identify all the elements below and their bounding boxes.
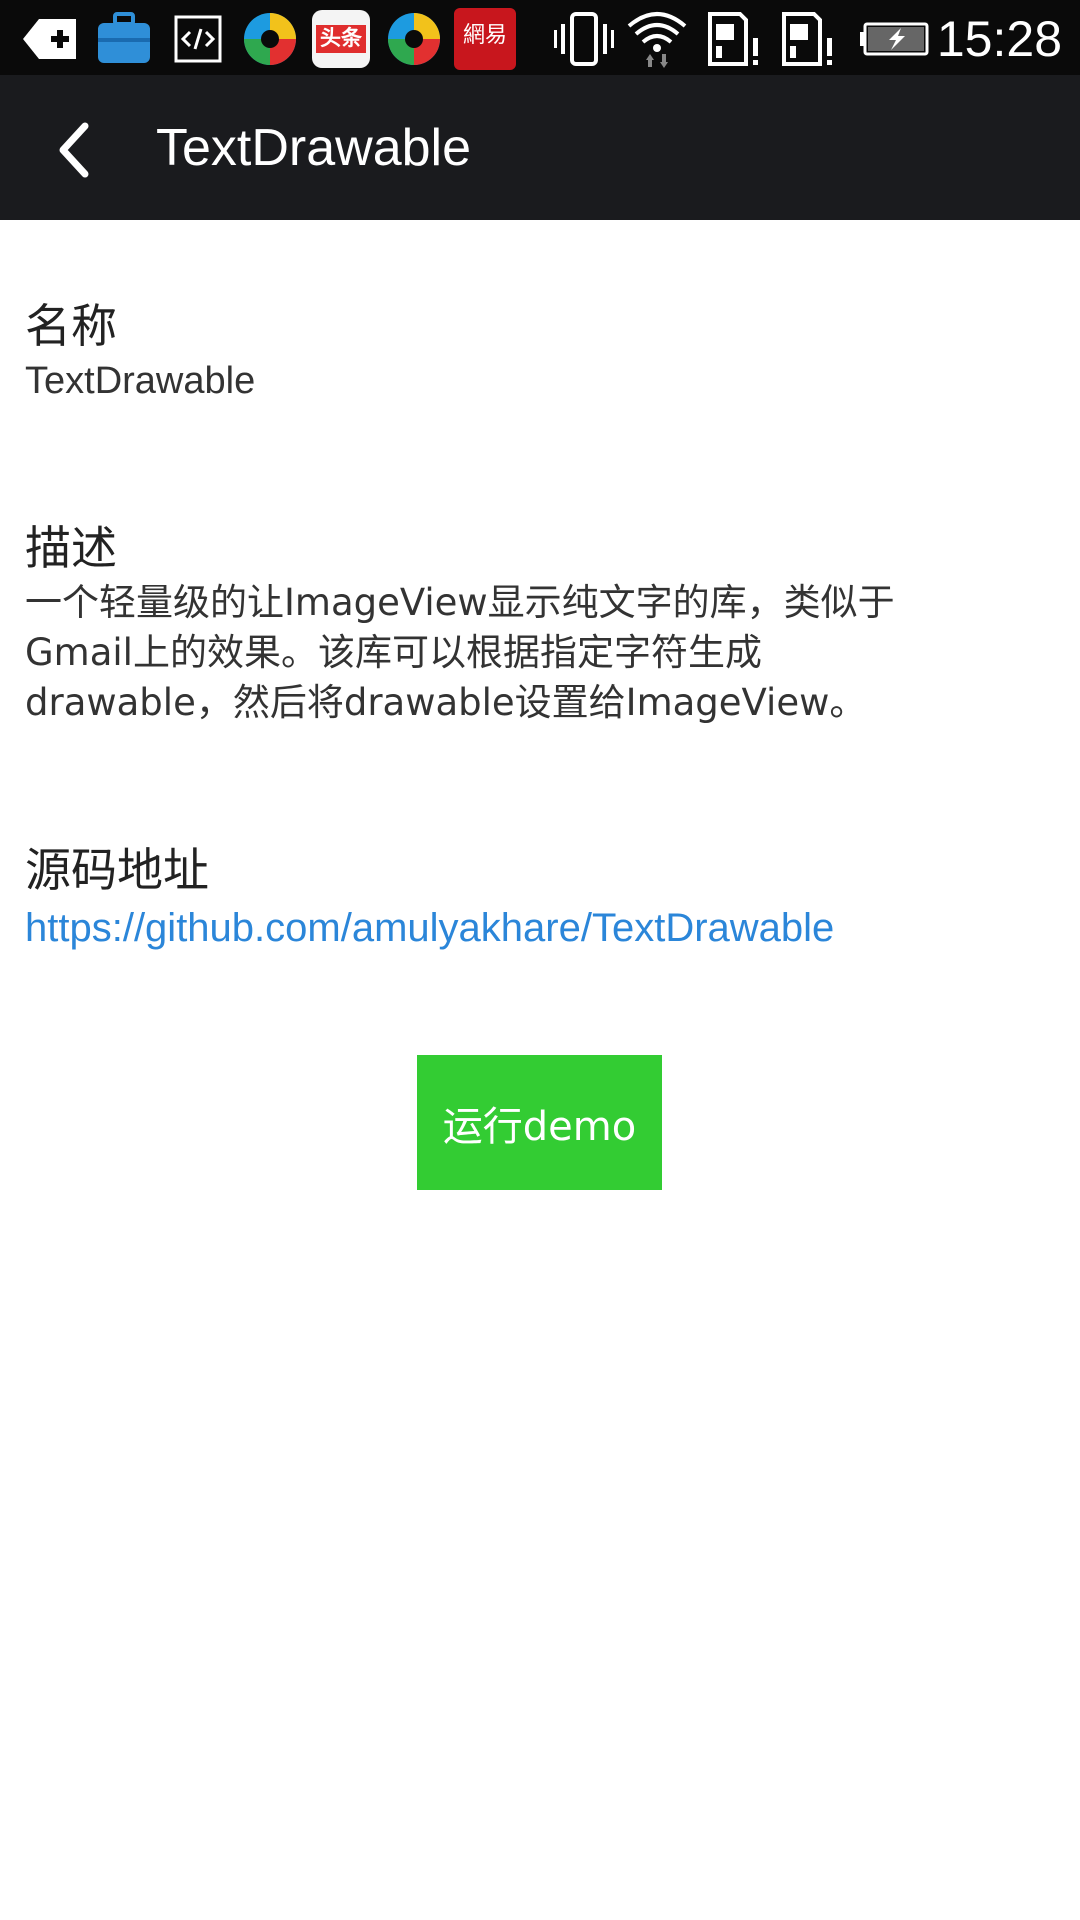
toutiao-label: 头条 xyxy=(320,26,362,50)
toolbox-icon xyxy=(93,8,155,70)
sim-alert-icon xyxy=(702,8,764,70)
netease-label: 網易 xyxy=(462,23,507,48)
name-section: 名称 TextDrawable xyxy=(25,296,255,406)
code-icon xyxy=(167,8,229,70)
battery-charging-icon xyxy=(855,8,935,70)
description-heading: 描述 xyxy=(25,521,117,575)
status-bar: 头条 網易 15:28 xyxy=(0,0,1080,75)
source-section: 源码地址 https://github.com/amulyakhare/Text… xyxy=(25,840,834,956)
chevron-left-icon xyxy=(59,122,89,178)
name-heading: 名称 xyxy=(25,299,117,353)
description-value: 一个轻量级的让ImageView显示纯文字的库，类似于Gmail上的效果。该库可… xyxy=(25,581,895,724)
wifi-icon xyxy=(626,8,688,70)
description-section: 描述 一个轻量级的让ImageView显示纯文字的库，类似于Gmail上的效果。… xyxy=(25,518,955,728)
name-value: TextDrawable xyxy=(25,360,256,402)
source-url-link[interactable]: https://github.com/amulyakhare/TextDrawa… xyxy=(25,900,834,956)
clock: 15:28 xyxy=(936,11,1062,67)
app-bar: TextDrawable xyxy=(0,75,1080,220)
browser-icon xyxy=(383,8,445,70)
source-heading: 源码地址 xyxy=(25,843,209,897)
toutiao-app-icon: 头条 xyxy=(310,8,372,70)
browser-icon xyxy=(239,8,301,70)
netease-app-icon: 網易 xyxy=(454,8,516,70)
vibrate-icon xyxy=(553,8,615,70)
back-plus-icon xyxy=(20,8,82,70)
run-demo-button[interactable]: 运行demo xyxy=(417,1055,662,1190)
sim-alert-icon xyxy=(776,8,838,70)
page-title: TextDrawable xyxy=(156,119,472,177)
back-button[interactable] xyxy=(38,115,108,185)
